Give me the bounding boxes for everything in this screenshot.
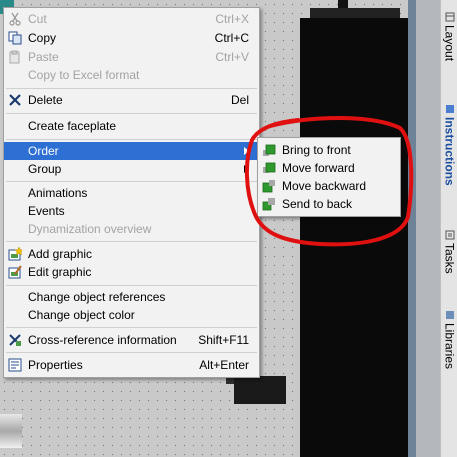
- canvas-object-column[interactable]: [300, 18, 410, 457]
- menu-item-label: Change object color: [28, 308, 135, 322]
- menu-item-label: Dynamization overview: [28, 222, 152, 236]
- menu-separator: [6, 88, 257, 89]
- menu-separator: [6, 327, 257, 328]
- menu-item-change-object-color[interactable]: Change object color: [4, 306, 259, 324]
- menu-item-label: Events: [28, 204, 65, 218]
- canvas-object-pipe[interactable]: [0, 414, 22, 448]
- menu-item-add-graphic[interactable]: Add graphic: [4, 245, 259, 263]
- menu-item-label: Cut: [28, 12, 47, 26]
- menu-item-paste[interactable]: Paste Ctrl+V: [4, 48, 259, 66]
- task-card-tabs: Layout Instructions Tasks Libraries: [440, 0, 457, 457]
- menu-item-shortcut: Ctrl+V: [215, 50, 249, 64]
- tab-libraries[interactable]: Libraries: [441, 306, 457, 369]
- menu-item-label: Cross-reference information: [28, 333, 177, 347]
- menu-item-label: Copy to Excel format: [28, 68, 140, 82]
- submenu-arrow-icon: [244, 165, 249, 173]
- menu-item-shortcut: Alt+Enter: [199, 358, 249, 372]
- tab-layout[interactable]: Layout: [441, 8, 457, 61]
- submenu-item-move-forward[interactable]: Move forward: [258, 159, 400, 177]
- canvas-object-tank-base: [234, 376, 286, 404]
- context-menu: Cut Ctrl+X Copy Ctrl+C Paste Ctrl+V Copy…: [3, 7, 260, 378]
- menu-item-cross-reference[interactable]: Cross-reference information Shift+F11: [4, 331, 259, 349]
- layout-icon: [445, 12, 454, 22]
- menu-item-label: Delete: [28, 93, 63, 107]
- submenu-arrow-icon: [244, 147, 249, 155]
- menu-separator: [6, 139, 257, 140]
- menu-item-label: Move backward: [282, 179, 367, 193]
- menu-item-properties[interactable]: Properties Alt+Enter: [4, 356, 259, 374]
- menu-item-label: Group: [28, 162, 62, 176]
- move-backward-icon: [261, 179, 277, 193]
- canvas-edge-strip: [408, 0, 416, 457]
- menu-item-shortcut: Shift+F11: [198, 333, 249, 347]
- move-forward-icon: [261, 161, 277, 175]
- menu-separator: [6, 352, 257, 353]
- instructions-icon: [445, 105, 454, 113]
- menu-item-label: Change object references: [28, 290, 166, 304]
- menu-item-label: Send to back: [282, 197, 353, 211]
- submenu-item-move-backward[interactable]: Move backward: [258, 177, 400, 195]
- bring-to-front-icon: [261, 143, 277, 157]
- tab-tasks[interactable]: Tasks: [441, 226, 457, 274]
- menu-item-group[interactable]: Group: [4, 160, 259, 178]
- send-to-back-icon: [261, 197, 277, 211]
- tab-instructions[interactable]: Instructions: [441, 100, 457, 186]
- menu-item-label: Move forward: [282, 161, 355, 175]
- menu-separator: [6, 113, 257, 114]
- tab-label: Instructions: [442, 117, 457, 186]
- menu-item-shortcut: Ctrl+C: [214, 31, 249, 45]
- menu-item-label: Copy: [28, 31, 57, 45]
- menu-item-animations[interactable]: Animations: [4, 184, 259, 202]
- menu-item-label: Create faceplate: [28, 119, 117, 133]
- cross-reference-icon: [7, 333, 23, 347]
- libraries-icon: [445, 311, 454, 319]
- menu-item-copy-excel[interactable]: Copy to Excel format: [4, 66, 259, 84]
- menu-item-label: Add graphic: [28, 247, 93, 261]
- scissors-icon: [7, 12, 23, 26]
- menu-item-edit-graphic[interactable]: Edit graphic: [4, 263, 259, 281]
- copy-icon: [7, 31, 23, 45]
- tab-label: Layout: [442, 25, 457, 62]
- menu-item-label: Animations: [28, 186, 88, 200]
- menu-item-change-object-references[interactable]: Change object references: [4, 288, 259, 306]
- menu-item-label: Bring to front: [282, 143, 351, 157]
- edit-graphic-icon: [7, 265, 23, 279]
- menu-item-events[interactable]: Events: [4, 202, 259, 220]
- canvas-border: [416, 0, 440, 457]
- tasks-icon: [445, 230, 454, 240]
- menu-item-shortcut: Ctrl+X: [215, 12, 249, 26]
- menu-item-label: Properties: [28, 358, 83, 372]
- menu-item-copy[interactable]: Copy Ctrl+C: [4, 29, 259, 47]
- menu-separator: [6, 241, 257, 242]
- menu-item-label: Order: [28, 144, 59, 158]
- add-graphic-icon: [7, 247, 23, 261]
- delete-x-icon: [7, 93, 23, 107]
- menu-separator: [6, 285, 257, 286]
- menu-item-delete[interactable]: Delete Del: [4, 91, 259, 109]
- properties-icon: [7, 358, 23, 372]
- tab-label: Tasks: [442, 243, 457, 274]
- menu-item-shortcut: Del: [230, 93, 249, 107]
- tab-label: Libraries: [442, 323, 457, 370]
- submenu-item-bring-to-front[interactable]: Bring to front: [258, 141, 400, 159]
- submenu-item-send-to-back[interactable]: Send to back: [258, 195, 400, 213]
- menu-item-dynamization-overview[interactable]: Dynamization overview: [4, 220, 259, 238]
- menu-item-create-faceplate[interactable]: Create faceplate: [4, 117, 259, 135]
- order-submenu: Bring to front Move forward Move backwar…: [257, 137, 401, 217]
- menu-item-order[interactable]: Order: [4, 142, 259, 160]
- menu-separator: [6, 181, 257, 182]
- menu-item-label: Paste: [28, 50, 59, 64]
- menu-item-label: Edit graphic: [28, 265, 92, 279]
- paste-icon: [7, 50, 23, 64]
- menu-item-cut[interactable]: Cut Ctrl+X: [4, 10, 259, 28]
